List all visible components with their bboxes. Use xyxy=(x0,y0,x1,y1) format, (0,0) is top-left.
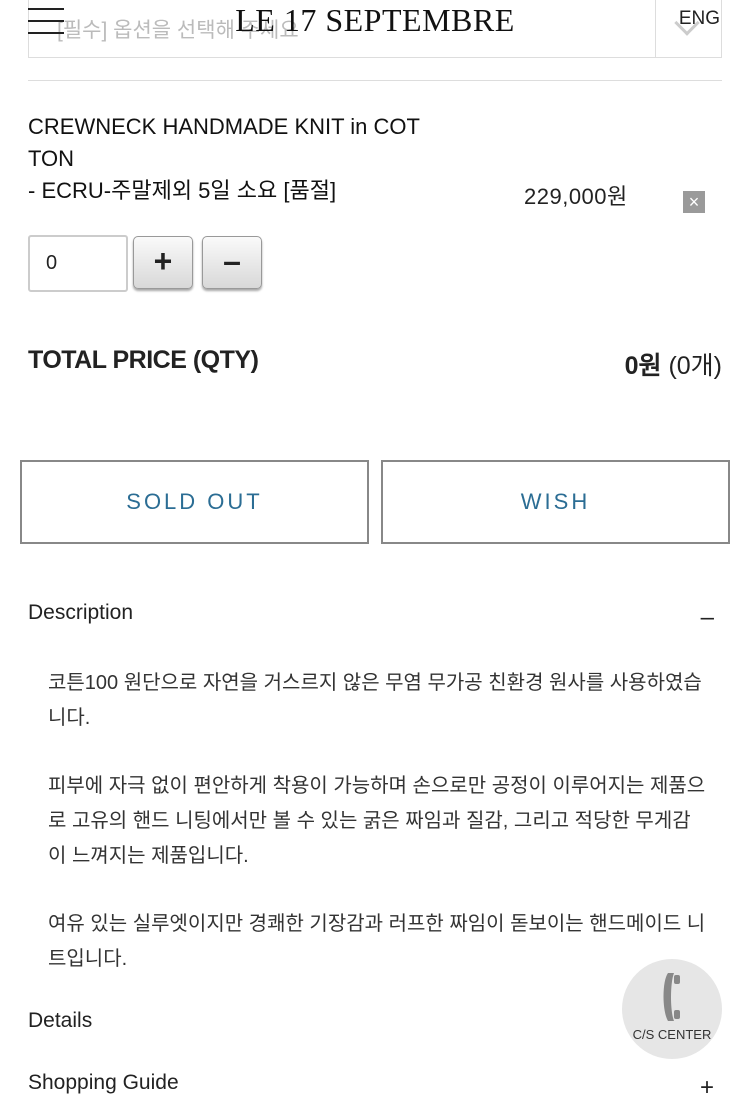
total-price-value: 0원 (0개) xyxy=(625,346,722,382)
brand-logo[interactable]: LE 17 SEPTEMBRE xyxy=(0,2,750,39)
sold-out-button[interactable]: SOLD OUT xyxy=(20,460,369,544)
header: LE 17 SEPTEMBRE ENG xyxy=(0,0,750,58)
cs-center-label: C/S CENTER xyxy=(632,1027,712,1042)
quantity-input[interactable] xyxy=(28,235,128,292)
shopping-guide-expand-toggle[interactable]: + xyxy=(700,1074,714,1102)
description-paragraph: 피부에 자극 없이 편안하게 착용이 가능하며 손으로만 공정이 이루어지는 제… xyxy=(48,775,706,867)
phone-icon xyxy=(663,973,680,1021)
shopping-guide-accordion-title[interactable]: Shopping Guide xyxy=(28,1071,179,1095)
cs-center-button[interactable]: C/S CENTER xyxy=(622,959,722,1059)
details-accordion-title[interactable]: Details xyxy=(28,1009,92,1033)
total-quantity: (0개) xyxy=(668,352,722,380)
description-paragraph: 여유 있는 실루엣이지만 경쾌한 기장감과 러프한 짜임이 돋보이는 핸드메이드… xyxy=(48,913,706,970)
wish-button[interactable]: WISH xyxy=(381,460,730,544)
total-amount: 0원 xyxy=(624,352,662,380)
product-name: CREWNECK HANDMADE KNIT in COT TON - ECRU… xyxy=(28,111,468,207)
product-name-line: TON xyxy=(28,146,75,171)
description-collapse-toggle[interactable]: – xyxy=(701,604,714,632)
description-accordion-title[interactable]: Description xyxy=(28,601,133,625)
description-paragraph: 코튼100 원단으로 자연을 거스르지 않은 무염 무가공 친환경 원사를 사용… xyxy=(48,672,702,729)
product-option-line: - ECRU-주말제외 5일 소요 [품절] xyxy=(28,178,337,203)
quantity-increase-button[interactable]: + xyxy=(133,236,193,289)
quantity-decrease-button[interactable]: – xyxy=(202,236,262,289)
divider xyxy=(28,80,722,81)
product-price: 229,000원 xyxy=(524,184,628,209)
remove-item-button[interactable]: × xyxy=(683,191,705,213)
product-name-line: CREWNECK HANDMADE KNIT in COT xyxy=(28,114,420,139)
language-toggle[interactable]: ENG xyxy=(679,8,720,30)
description-body: 코튼100 원단으로 자연을 거스르지 않은 무염 무가공 친환경 원사를 사용… xyxy=(48,666,708,1010)
total-price-label: TOTAL PRICE (QTY) xyxy=(28,346,259,374)
